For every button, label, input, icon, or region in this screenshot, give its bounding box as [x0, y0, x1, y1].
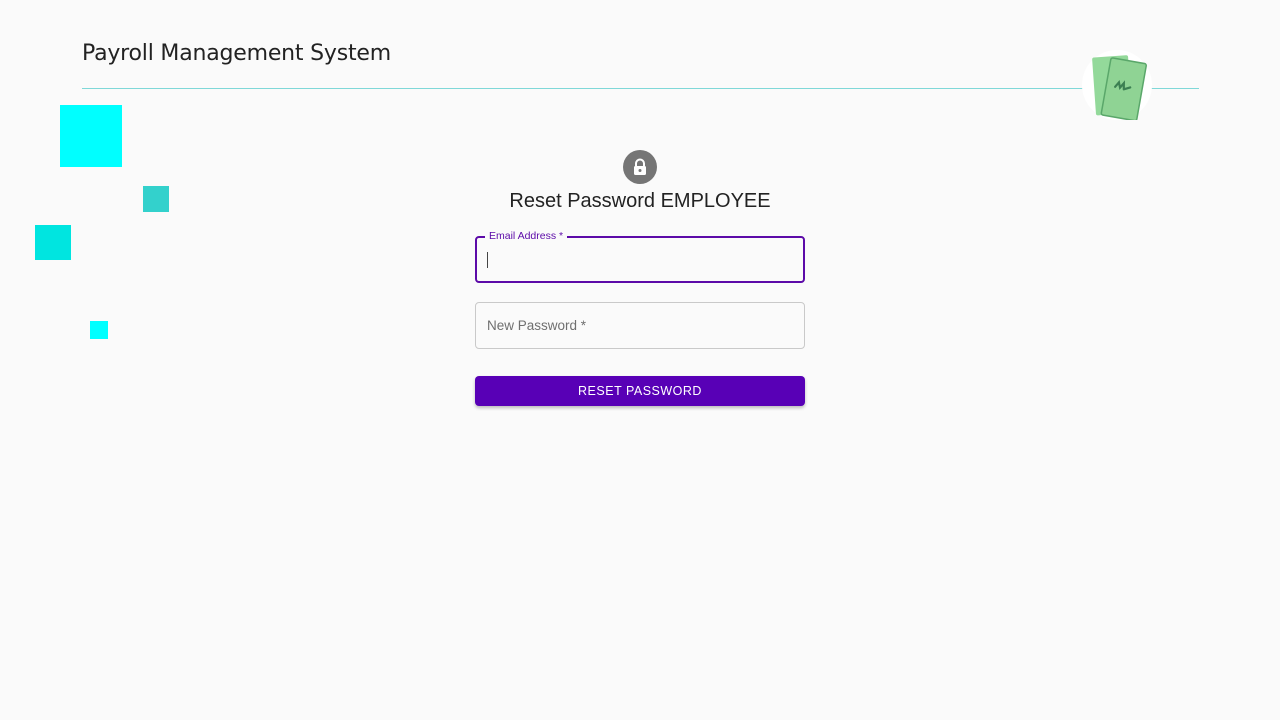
text-caret — [487, 252, 488, 268]
reset-password-page: Payroll Management System Reset Password… — [0, 0, 1280, 720]
app-title: Payroll Management System — [82, 41, 391, 66]
header-divider — [82, 88, 1199, 89]
email-input[interactable] — [477, 238, 803, 281]
money-bills-icon — [1082, 50, 1152, 120]
new-password-field[interactable]: New Password * — [475, 302, 805, 349]
form-title: Reset Password EMPLOYEE — [509, 190, 771, 212]
lock-icon — [634, 158, 646, 175]
new-password-input[interactable] — [476, 303, 804, 348]
decorative-square — [143, 186, 169, 212]
decorative-square — [60, 105, 122, 167]
reset-password-button[interactable]: RESET PASSWORD — [475, 376, 805, 406]
decorative-square — [35, 225, 71, 260]
lock-avatar — [623, 150, 657, 184]
email-field[interactable]: Email Address * — [475, 230, 805, 283]
decorative-square — [90, 321, 108, 339]
